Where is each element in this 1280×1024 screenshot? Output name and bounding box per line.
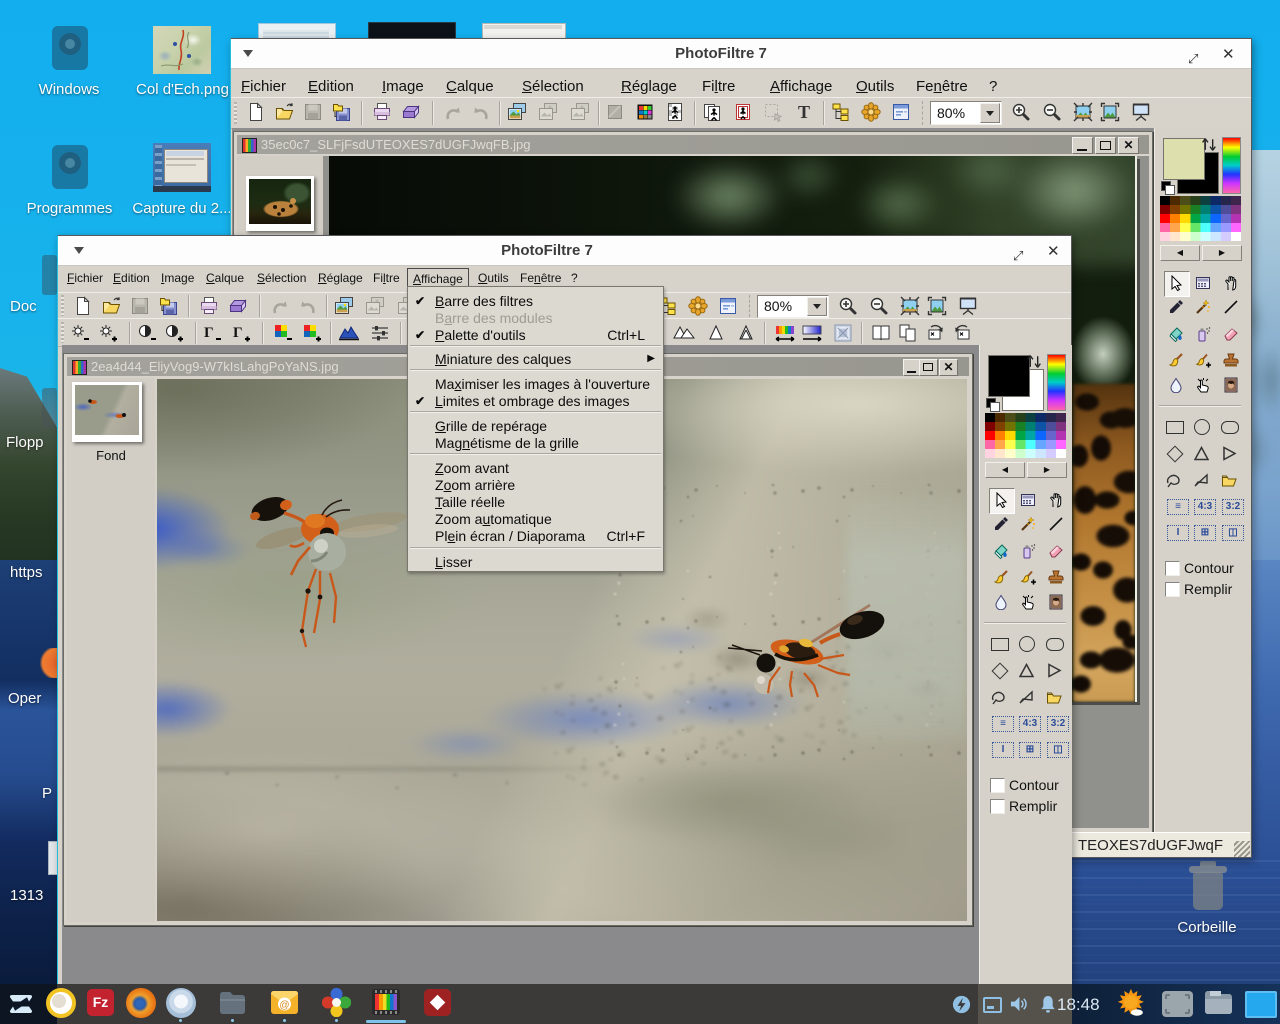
svg-text:@: @: [279, 1000, 289, 1011]
